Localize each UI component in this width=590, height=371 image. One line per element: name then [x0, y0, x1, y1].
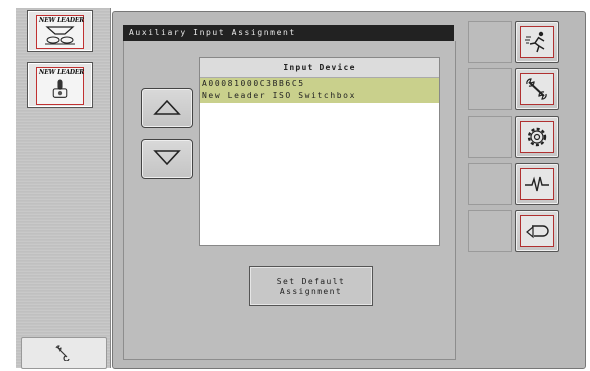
wrench-icon: [526, 78, 547, 100]
scroll-down-button[interactable]: [141, 139, 193, 179]
window-title: Auxiliary Input Assignment: [123, 25, 454, 41]
settings-button[interactable]: [21, 337, 107, 369]
pulse-icon: [525, 176, 549, 192]
up-arrow-icon: [153, 99, 181, 115]
softkey-tools[interactable]: [515, 68, 559, 110]
list-header: Input Device: [200, 58, 439, 78]
wrench-icon: [55, 345, 70, 361]
back-arrow-icon: [526, 225, 549, 239]
content-area: Input Device A00081000C3BB6C5 New Leader…: [123, 41, 456, 360]
softkey-diagnostics[interactable]: [515, 163, 559, 205]
tab-spreader-frame: NEW LEADER: [36, 15, 84, 49]
scroll-up-button[interactable]: [141, 88, 193, 128]
blank-softkey: [468, 210, 512, 252]
softkey-run[interactable]: [515, 21, 559, 63]
brand-label: NEW LEADER: [39, 17, 85, 24]
joystick-icon: [52, 79, 68, 98]
set-default-assignment-button[interactable]: Set Default Assignment: [249, 266, 373, 306]
main-window: Auxiliary Input Assignment Input Device …: [112, 11, 586, 369]
blank-softkey: [468, 163, 512, 205]
button-label-line1: Set Default: [276, 277, 346, 286]
list-item[interactable]: A00081000C3BB6C5: [200, 78, 439, 89]
softkey-settings[interactable]: [515, 116, 559, 158]
tab-spreader[interactable]: NEW LEADER: [27, 10, 93, 52]
gear-icon: [527, 127, 547, 147]
tab-switchbox[interactable]: NEW LEADER: [27, 62, 93, 108]
blank-softkey: [468, 68, 512, 110]
tab-switchbox-frame: NEW LEADER: [36, 67, 84, 105]
button-label-line2: Assignment: [279, 287, 343, 296]
blank-softkey: [468, 116, 512, 158]
blank-softkey: [468, 21, 512, 63]
runner-icon: [525, 31, 545, 53]
brand-label: NEW LEADER: [39, 69, 85, 76]
input-device-list: Input Device A00081000C3BB6C5 New Leader…: [199, 57, 440, 246]
screen: NEW LEADER NEW LEADER Auxiliary Input As…: [0, 0, 590, 371]
spinner-spreader-icon: [45, 26, 75, 45]
down-arrow-icon: [153, 150, 181, 166]
list-item[interactable]: New Leader ISO Switchbox: [200, 89, 439, 103]
softkey-back[interactable]: [515, 210, 559, 252]
